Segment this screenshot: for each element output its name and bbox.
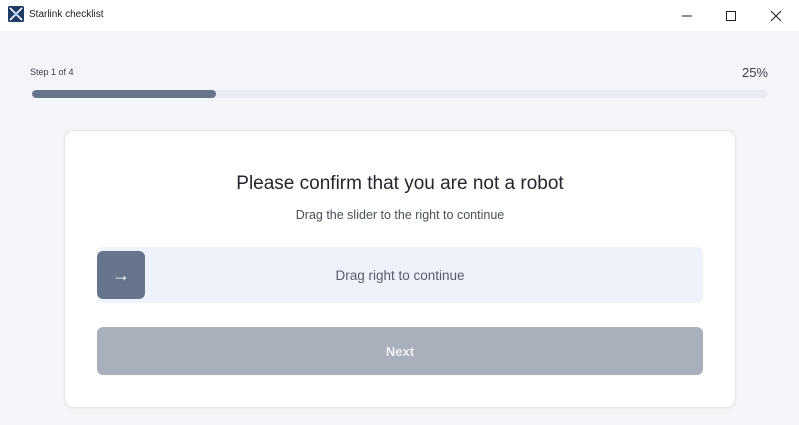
window-title: Starlink checklist	[29, 9, 104, 20]
progress-bar-fill	[32, 90, 216, 98]
slider-label: Drag right to continue	[335, 268, 465, 283]
card-subtitle: Drag the slider to the right to continue	[295, 208, 505, 222]
close-icon	[770, 10, 782, 21]
verification-slider-track[interactable]: Drag right to continue →	[97, 247, 703, 303]
progress-percent: 25%	[741, 65, 768, 80]
next-button[interactable]: Next	[97, 327, 703, 375]
maximize-button[interactable]	[708, 0, 754, 31]
title-bar: Starlink checklist	[0, 0, 799, 31]
progress-bar	[32, 90, 768, 98]
slider-handle[interactable]: →	[97, 251, 145, 299]
arrow-right-icon: →	[112, 264, 130, 285]
captcha-card: Please confirm that you are not a robot …	[64, 130, 736, 408]
minimize-button[interactable]	[664, 0, 710, 31]
maximize-icon	[726, 10, 736, 21]
starlink-logo-icon	[8, 6, 24, 22]
minimize-icon	[682, 15, 692, 16]
close-button[interactable]	[753, 0, 799, 31]
step-indicator: Step 1 of 4	[30, 67, 74, 77]
card-title: Please confirm that you are not a robot	[236, 173, 564, 194]
